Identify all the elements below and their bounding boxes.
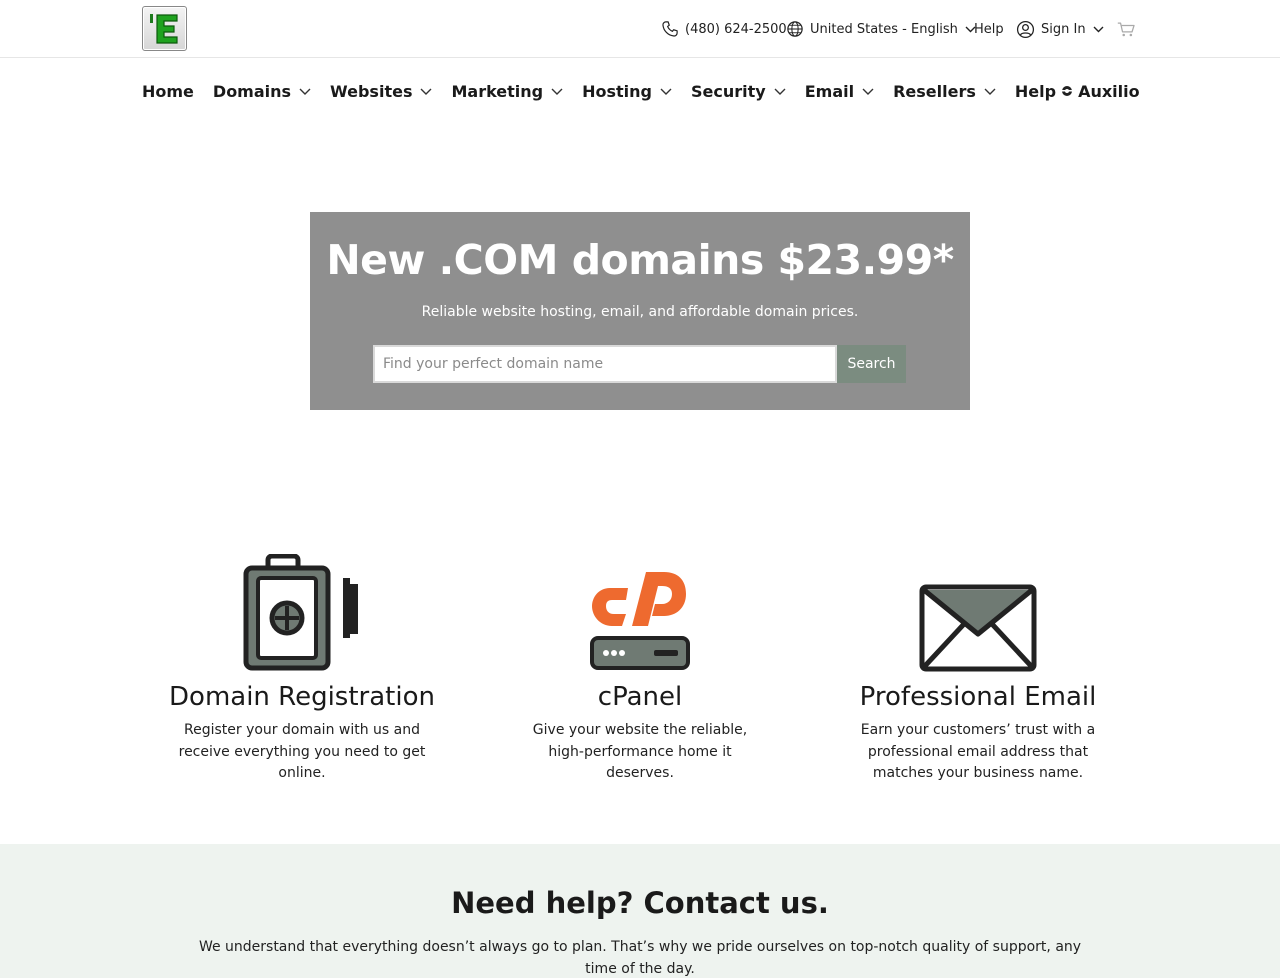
envelope-icon: [919, 584, 1037, 672]
nav-websites[interactable]: Websites: [330, 82, 432, 101]
cpanel-icon: [590, 572, 690, 670]
nav-resellers-label: Resellers: [893, 81, 976, 101]
nav-help-suffix: Auxilio: [1078, 81, 1140, 101]
feature-description: Register your domain with us and receive…: [178, 722, 426, 781]
chevron-down-icon: [984, 88, 996, 95]
feature-description: Earn your customers’ trust with a profes…: [860, 722, 1096, 781]
feature-cpanel: cPanel Give your website the reliable, h…: [490, 550, 790, 785]
search-button[interactable]: Search: [837, 345, 906, 383]
user-icon: [1016, 20, 1035, 38]
cart-button[interactable]: [1117, 18, 1136, 40]
chevron-down-icon: [862, 88, 874, 95]
feature-description: Give your website the reliable, high-per…: [532, 722, 748, 781]
nav-hosting[interactable]: Hosting: [582, 82, 672, 101]
phone-number: (480) 624-2500: [685, 21, 787, 37]
cart-icon: [1117, 22, 1135, 36]
nav-hosting-label: Hosting: [582, 81, 653, 101]
help-link[interactable]: Help: [974, 18, 1004, 40]
feature-professional-email: Professional Email Earn your customers’ …: [828, 550, 1128, 785]
feature-title: Domain Registration: [169, 682, 435, 712]
help-label: Help: [974, 21, 1004, 37]
feature-title: cPanel: [597, 682, 683, 712]
nav-domains[interactable]: Domains: [213, 82, 311, 101]
contact-section: Need help? Contact us. We understand tha…: [0, 844, 1280, 978]
nav-help-label: Help: [1014, 81, 1057, 101]
domain-registration-icon: [243, 554, 358, 671]
nav-security-label: Security: [691, 81, 766, 101]
feature-domain-registration: Domain Registration Register your domain…: [152, 550, 452, 785]
nav-email-label: Email: [804, 81, 855, 101]
nav-websites-label: Websites: [330, 81, 413, 101]
nav-marketing-label: Marketing: [451, 81, 544, 101]
nav-domains-label: Domains: [212, 81, 292, 101]
globe-icon: [787, 21, 803, 37]
locale-selector[interactable]: United States - English: [786, 18, 976, 40]
top-utility-bar: (480) 624-2500 United States - English H…: [0, 0, 1280, 58]
domain-search-input[interactable]: [373, 345, 837, 383]
logo-e-icon: [150, 14, 178, 44]
nav-home[interactable]: Home: [142, 82, 194, 101]
chevron-down-icon: [774, 88, 786, 95]
hero-banner: New .COM domains $23.99* Reliable websit…: [310, 212, 970, 410]
contact-title: Need help? Contact us.: [451, 886, 829, 920]
nav-home-label: Home: [142, 81, 194, 101]
nav-marketing[interactable]: Marketing: [451, 82, 563, 101]
nav-resellers[interactable]: Resellers: [893, 82, 996, 101]
locale-label: United States - English: [810, 21, 958, 37]
hero-subtitle: Reliable website hosting, email, and aff…: [421, 304, 859, 320]
nav-email[interactable]: Email: [805, 82, 874, 101]
phone-link[interactable]: (480) 624-2500: [661, 18, 787, 40]
sign-in-menu[interactable]: Sign In: [1016, 18, 1104, 40]
chevron-down-icon: [299, 88, 311, 95]
contact-text: We understand that everything doesn’t al…: [198, 939, 1082, 977]
feature-title: Professional Email: [859, 682, 1097, 712]
chevron-down-icon: [660, 88, 672, 95]
chevron-down-icon: [551, 88, 563, 95]
chevron-down-icon: [1093, 26, 1104, 32]
lifebuoy-icon: [1061, 86, 1074, 96]
hero-title: New .COM domains $23.99*: [326, 236, 954, 284]
chevron-down-icon: [420, 88, 432, 95]
phone-icon: [662, 21, 678, 37]
nav-security[interactable]: Security: [691, 82, 786, 101]
logo[interactable]: [142, 6, 187, 51]
main-nav: Home Domains Websites Marketing Hosting …: [142, 78, 1140, 104]
sign-in-label: Sign In: [1041, 21, 1086, 37]
nav-help[interactable]: Help Auxilio: [1015, 82, 1140, 101]
